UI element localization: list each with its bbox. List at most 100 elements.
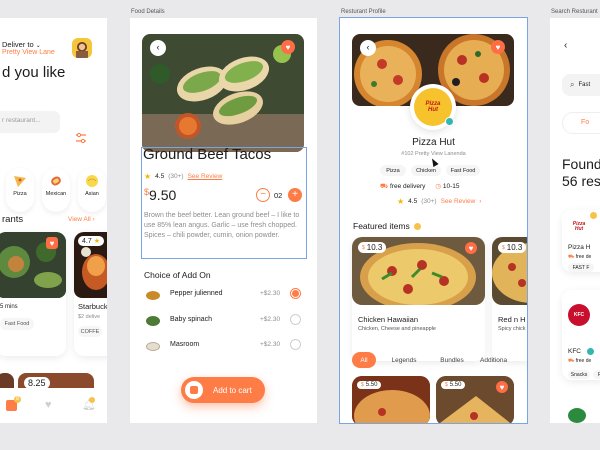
addon-row[interactable]: Masroom +$2.30 [144,339,306,357]
favorite-heart-icon[interactable]: ♥ [46,237,58,249]
verified-badge-icon [587,348,594,355]
search-icon: ⌕ [570,80,575,89]
item-name: Chicken Hawaiian [358,315,419,324]
addon-price: +$2.30 [260,341,281,348]
restaurant-logo: Pizza Hut [572,221,586,232]
delivery-icon: ⛟ [380,183,389,190]
addon-row[interactable]: Pepper julienned +$2.30 [144,288,306,306]
result-card[interactable]: Pizza Hut Pizza H ⛟ free de FAST F [562,210,600,272]
category-label: Pizza [13,191,27,197]
back-button[interactable]: ‹ [150,40,166,56]
restaurant-logo-partial [568,408,586,423]
featured-title: Featured items [353,221,421,231]
menu-item-card[interactable]: $5.50 ♥ [436,376,514,423]
tag: FA [593,370,600,379]
filter-chip[interactable]: Fo [562,112,600,134]
tacos-image [142,34,304,152]
favorite-heart-icon[interactable]: ♥ [491,40,505,54]
noodle-icon [86,175,98,187]
frame-label: Search Resturant [551,9,598,15]
item-description: Chicken, Cheese and pineapple [358,326,436,332]
restaurant-card[interactable]: 4.7 ★ Starbuck $2 delive COFFE [74,232,107,356]
rating-row: ★ 4.5 (30+) See Review [144,172,223,181]
addon-title: Choice of Add On [144,270,211,280]
addon-row[interactable]: Baby spinach +$2.30 [144,314,306,332]
heart-nav-icon[interactable]: ♥ [45,399,52,411]
verified-badge-icon [445,117,454,126]
featured-item-card[interactable]: $10.3 ♥ Chicken Hawaiian Chicken, Cheese… [352,237,485,361]
price-badge: $5.50 [441,381,466,389]
restaurant-tags: Pizza Chicken Fast Food [380,165,480,176]
price-badge: $10.3 [498,242,527,253]
category-pizza[interactable]: Pizza [6,168,34,212]
quantity-value: 02 [274,191,283,200]
addon-radio[interactable] [290,314,301,325]
tab-bundles[interactable]: Bundles [432,352,472,368]
featured-item-card[interactable]: $10.3 Red n H Spicy chick [492,237,527,361]
addon-radio[interactable] [290,339,301,350]
result-card[interactable]: KFC KFC ⛟ free de Snacks FA [562,290,600,380]
tag: Fast Food [0,318,34,330]
spinach-icon [146,316,160,326]
see-review-link[interactable]: See Review [441,198,476,205]
clock-icon: ◷ [435,183,442,190]
deliver-to-label[interactable]: Deliver to ⌄ [2,40,41,49]
restaurant-name: Starbuck [78,302,107,311]
restaurant-card[interactable]: ♥ 5 mins Fast Food [0,232,66,356]
mushroom-icon [146,342,160,351]
view-all-link[interactable]: View All › [68,216,95,223]
back-button[interactable]: ‹ [360,40,376,56]
menu-item-card[interactable]: $5.50 [352,376,430,423]
logo-text: Pizza Hut [425,101,441,113]
price-badge: $10.3 [358,242,387,253]
see-review-link[interactable]: See Review [188,173,223,180]
addon-name: Pepper julienned [170,290,223,297]
addon-price: +$2.30 [260,290,281,297]
delivery-fee: $2 delive [78,314,101,320]
filter-icon[interactable] [74,131,88,145]
category-asian[interactable]: Asian [78,168,106,212]
minus-button[interactable]: − [256,188,270,202]
cart-count-badge: 8 [14,396,21,403]
restaurant-name: Pizza Hut [412,137,455,148]
tab-legends[interactable]: Legends [384,352,424,368]
delivery-row: ⛟ free de [568,254,592,260]
plus-button[interactable]: + [288,188,302,202]
tag: COFFE [78,326,102,337]
featured-dot-icon [413,222,421,230]
favorite-heart-icon[interactable]: ♥ [281,40,295,54]
food-details-screen: ‹ ♥ Ground Beef Tacos ★ 4.5 (30+) See Re… [130,18,317,423]
addon-name: Masroom [170,341,200,348]
price-badge: $5.50 [357,381,382,389]
restaurant-name: Pizza H [568,244,591,251]
addon-radio-selected[interactable] [290,288,301,299]
category-mexican[interactable]: Mexican [42,168,70,212]
add-to-cart-button[interactable]: Add to cart [181,377,265,403]
shopping-bag-icon [185,381,203,399]
notification-badge [89,397,95,403]
restaurant-logo: Pizza Hut [410,84,456,130]
favorite-heart-icon[interactable]: ♥ [465,242,477,254]
item-description: Spicy chick [498,326,526,332]
search-input[interactable]: r restaurant... [0,111,60,133]
back-button[interactable]: ‹ [564,40,567,51]
section-title: rants [2,214,24,225]
rating-dot-icon [590,212,597,219]
address-text[interactable]: Pretty View Lane [2,49,55,56]
delivery-time: 5 mins [0,304,18,310]
tab-all[interactable]: All [352,352,376,368]
tab-additional[interactable]: Additiona [480,352,520,368]
delivery-row: ⛟ free delivery ◷ 10-15 [380,183,460,190]
item-name: Red n H [498,315,526,324]
description: Brown the beef better. Lean ground beef … [144,212,300,239]
avatar[interactable] [72,38,92,58]
star-icon: ★ [144,172,152,181]
food-info-selection [141,147,307,259]
favorite-heart-icon[interactable]: ♥ [496,381,508,393]
tag: Snacks [568,370,590,379]
search-input[interactable]: ⌕ Fast [562,74,600,96]
frame-label: Food Details [131,9,165,15]
pepper-icon [146,291,160,300]
tag: Pizza [380,165,406,176]
addon-name: Baby spinach [170,316,213,323]
